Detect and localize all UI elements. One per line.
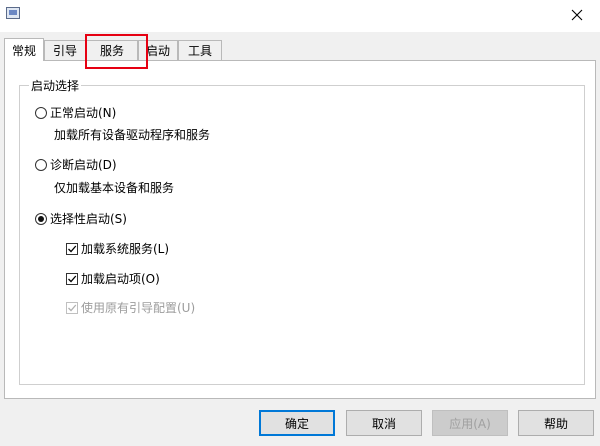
use-original-boot-config-checkbox [66,301,78,314]
general-tab-panel: 启动选择 正常启动(N) 加载所有设备驱动程序和服务 诊断启动(D) 仅加载基本… [4,60,596,399]
tab-strip: 常规 引导 服务 启动 工具 [0,38,600,61]
help-button[interactable]: 帮助 [518,410,594,436]
use-original-boot-config-label: 使用原有引导配置(U) [81,301,196,315]
tab-boot[interactable]: 引导 [44,40,86,60]
startup-selection-group: 启动选择 正常启动(N) 加载所有设备驱动程序和服务 诊断启动(D) 仅加载基本… [19,77,585,385]
close-button[interactable] [554,0,600,30]
app-icon [6,7,20,19]
tab-startup[interactable]: 启动 [138,40,178,60]
radio-normal[interactable] [35,106,47,119]
diagnostic-startup-label: 诊断启动(D) [50,158,117,172]
checkmark-icon [68,304,77,311]
ok-button[interactable]: 确定 [259,410,335,436]
diagnostic-startup-desc: 仅加载基本设备和服务 [54,181,175,195]
radio-diagnostic[interactable] [35,158,47,171]
checkmark-icon [68,275,77,282]
use-original-boot-config-option: 使用原有引导配置(U) [66,299,195,316]
load-startup-items-label: 加载启动项(O) [81,272,160,286]
diagnostic-startup-radio[interactable]: 诊断启动(D) [35,156,117,173]
load-startup-items-checkbox[interactable] [66,272,78,285]
checkmark-icon [68,245,77,252]
normal-startup-radio[interactable]: 正常启动(N) [35,104,116,121]
cancel-button[interactable]: 取消 [346,410,422,436]
selective-startup-label: 选择性启动(S) [50,212,127,226]
load-system-services-option[interactable]: 加载系统服务(L) [66,240,169,257]
tab-services[interactable]: 服务 [86,40,138,60]
radio-selective[interactable] [35,212,47,225]
selective-startup-radio[interactable]: 选择性启动(S) [35,210,127,227]
tab-general[interactable]: 常规 [4,38,44,61]
load-startup-items-option[interactable]: 加载启动项(O) [66,270,160,287]
normal-startup-desc: 加载所有设备驱动程序和服务 [54,128,211,142]
group-title: 启动选择 [29,77,82,94]
apply-button: 应用(A) [432,410,508,436]
normal-startup-label: 正常启动(N) [50,106,117,120]
load-system-services-checkbox[interactable] [66,242,78,255]
title-bar [0,0,600,32]
load-system-services-label: 加载系统服务(L) [81,242,170,256]
tab-tools[interactable]: 工具 [178,40,222,60]
close-icon [571,9,583,21]
